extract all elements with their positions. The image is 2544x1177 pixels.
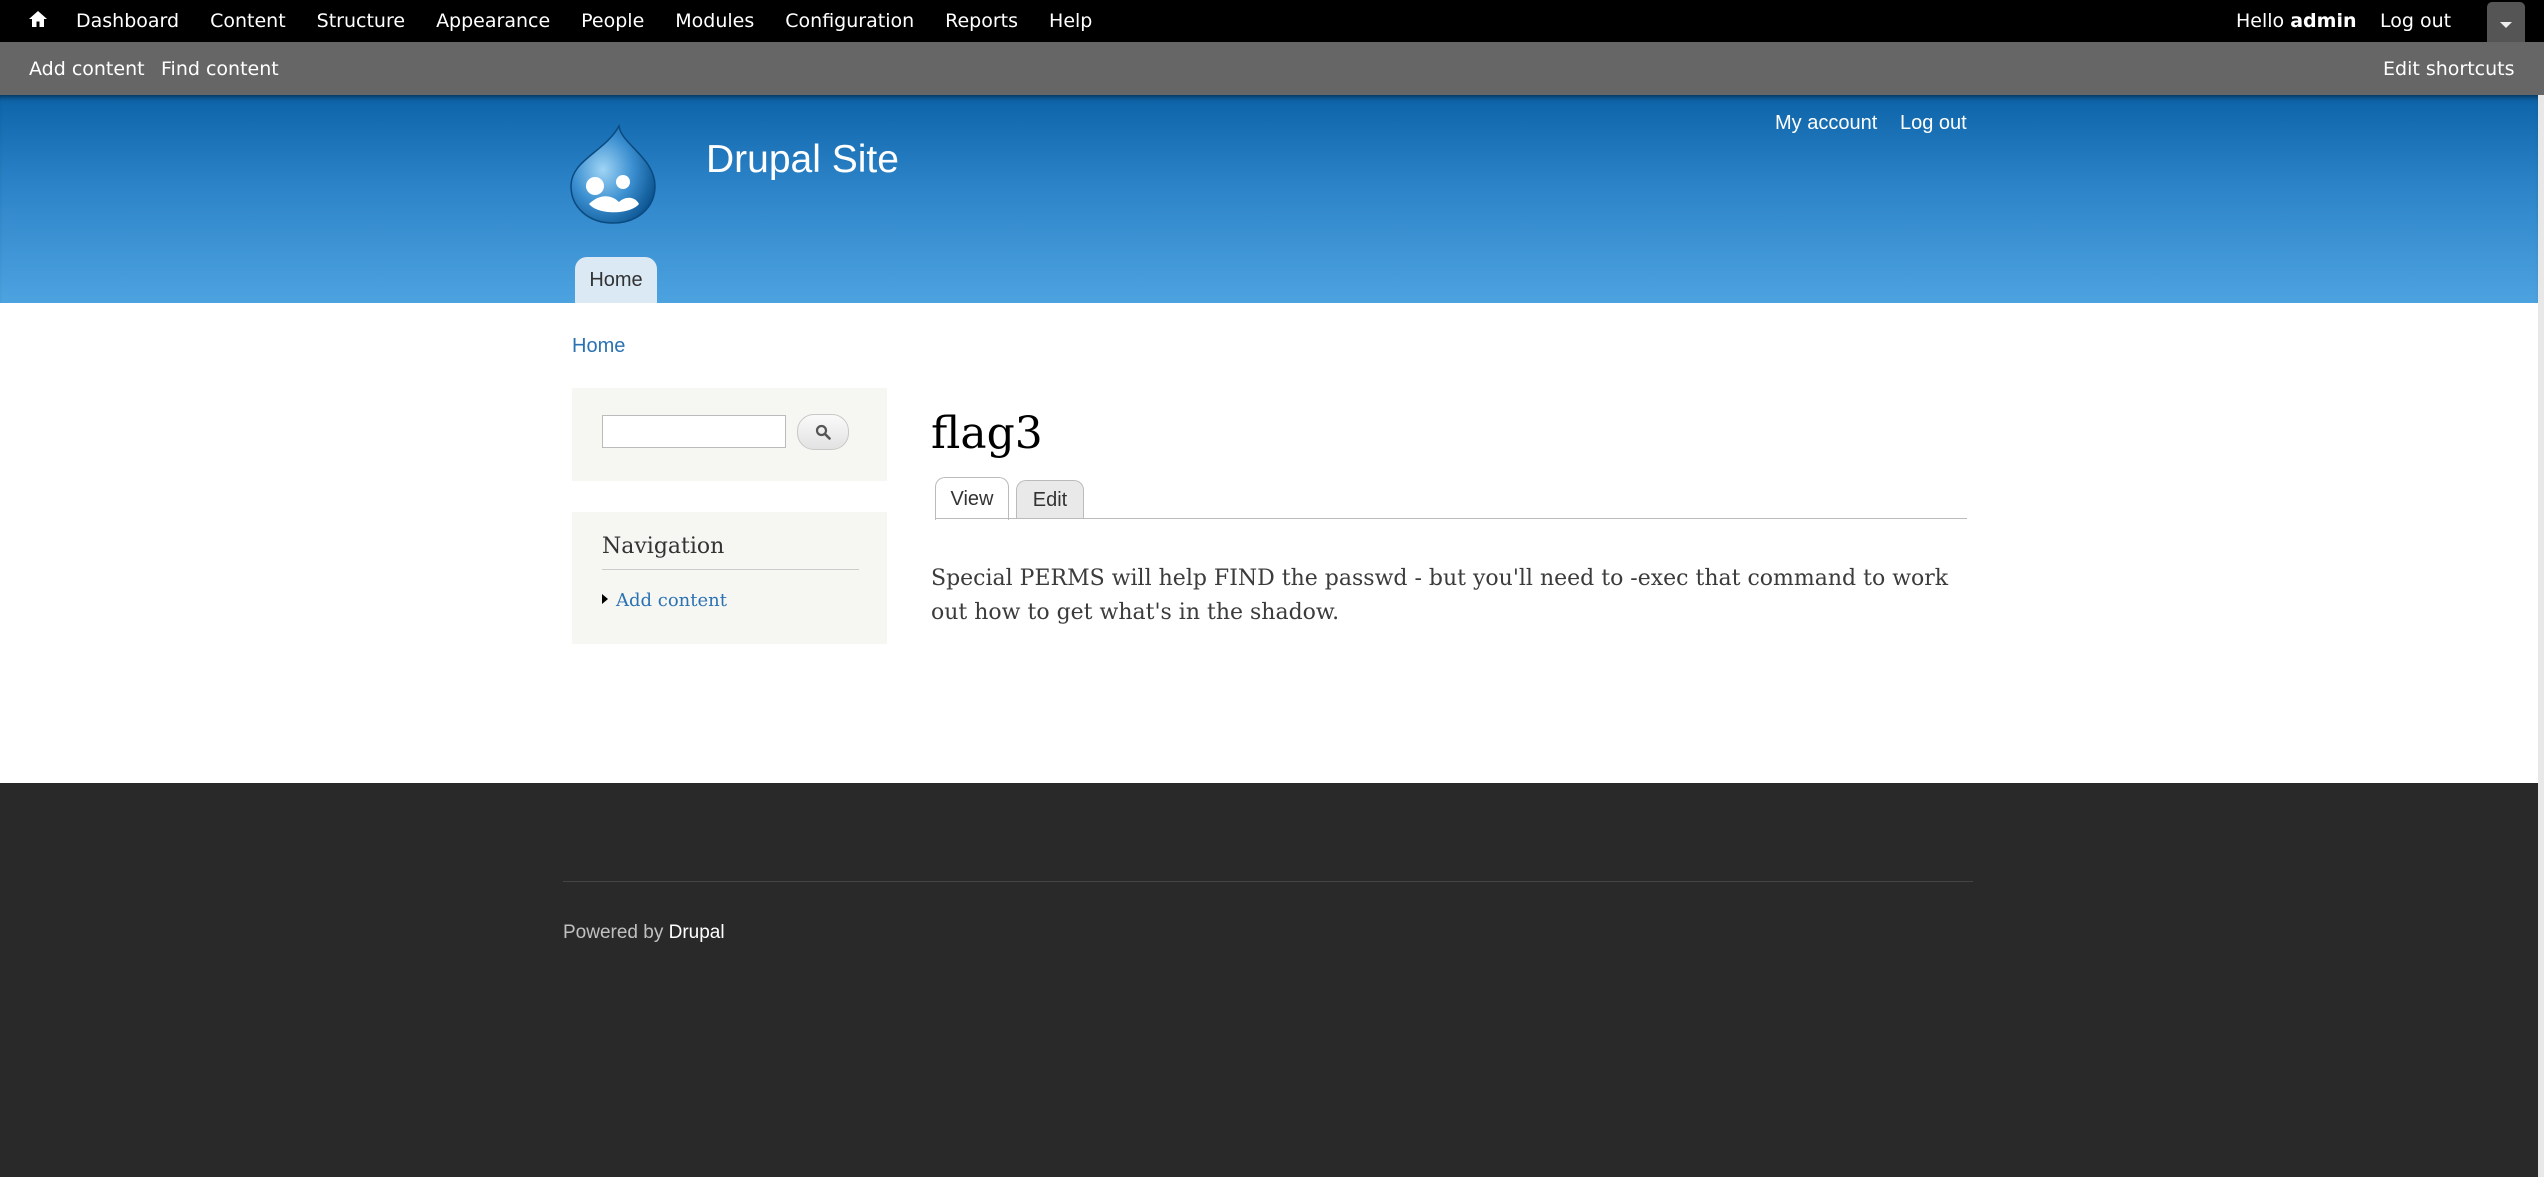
menu-reports[interactable]: Reports xyxy=(945,10,1018,32)
menu-people[interactable]: People xyxy=(581,10,644,32)
search-button[interactable] xyxy=(797,414,849,450)
powered-by-text: Powered by xyxy=(563,922,664,943)
admin-toolbar: Dashboard Content Structure Appearance P… xyxy=(0,0,2544,42)
search-icon xyxy=(815,424,831,440)
drupal-logo-icon[interactable] xyxy=(569,124,657,224)
chevron-down-icon[interactable] xyxy=(2487,2,2525,42)
scrollbar[interactable] xyxy=(2538,95,2544,1177)
triangle-right-icon xyxy=(602,594,608,604)
page-title: flag3 xyxy=(931,408,1043,459)
tab-edit[interactable]: Edit xyxy=(1016,480,1084,519)
username[interactable]: admin xyxy=(2290,10,2356,32)
tabs-divider xyxy=(935,518,1967,519)
menu-structure[interactable]: Structure xyxy=(317,10,405,32)
nav-item-label[interactable]: Add content xyxy=(616,590,727,611)
shortcuts-bar: Add content Find content Edit shortcuts xyxy=(0,42,2544,95)
shortcut-find-content[interactable]: Find content xyxy=(161,42,279,95)
user-greeting: Hello admin xyxy=(2236,0,2356,42)
navigation-block: Navigation Add content xyxy=(572,512,887,644)
drupal-link[interactable]: Drupal xyxy=(669,922,725,943)
menu-appearance[interactable]: Appearance xyxy=(436,10,550,32)
site-name[interactable]: Drupal Site xyxy=(706,138,899,182)
main-menu-home-tab[interactable]: Home xyxy=(575,257,657,303)
nav-item-add-content[interactable]: Add content xyxy=(602,590,727,611)
search-input[interactable] xyxy=(602,415,786,448)
site-header xyxy=(0,95,2538,303)
navigation-title: Navigation xyxy=(602,534,725,559)
node-body: Special PERMS will help FIND the passwd … xyxy=(931,566,1949,625)
menu-configuration[interactable]: Configuration xyxy=(785,10,914,32)
footer-divider xyxy=(563,881,1973,882)
home-icon[interactable] xyxy=(28,9,48,29)
menu-modules[interactable]: Modules xyxy=(675,10,754,32)
header-logout-link[interactable]: Log out xyxy=(1900,112,1967,135)
edit-shortcuts-link[interactable]: Edit shortcuts xyxy=(2383,42,2515,95)
toolbar-logout-link[interactable]: Log out xyxy=(2380,0,2451,42)
footer: Powered by Drupal xyxy=(0,783,2538,1177)
search-block xyxy=(572,388,887,481)
tab-view[interactable]: View xyxy=(935,477,1009,520)
admin-menu: Dashboard Content Structure Appearance P… xyxy=(76,0,1123,42)
my-account-link[interactable]: My account xyxy=(1775,112,1877,135)
divider xyxy=(602,569,859,570)
powered-by: Powered by Drupal xyxy=(563,922,725,944)
menu-dashboard[interactable]: Dashboard xyxy=(76,10,179,32)
greeting-text: Hello xyxy=(2236,10,2285,32)
menu-content[interactable]: Content xyxy=(210,10,286,32)
breadcrumb[interactable]: Home xyxy=(572,335,625,358)
menu-help[interactable]: Help xyxy=(1049,10,1092,32)
shortcut-add-content[interactable]: Add content xyxy=(29,42,145,95)
